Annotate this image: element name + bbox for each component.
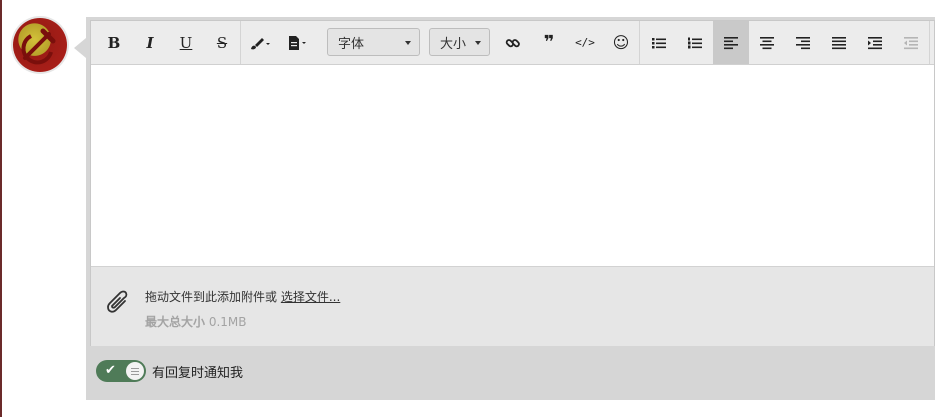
toolbar-divider [929, 21, 930, 64]
numbered-list-button[interactable] [677, 21, 713, 64]
bullet-list-icon [652, 37, 666, 48]
notify-option: ✔ 有回复时通知我 [96, 360, 243, 382]
align-center-icon [760, 36, 774, 49]
link-icon [505, 38, 520, 47]
font-size-select[interactable]: 大小 [429, 28, 490, 56]
font-family-label: 字体 [338, 36, 365, 52]
align-right-button[interactable] [785, 21, 821, 64]
toggle-knob [126, 362, 144, 380]
comment-pointer [74, 38, 86, 58]
toolbar-divider [639, 21, 640, 64]
indent-button[interactable] [857, 21, 893, 64]
bold-button[interactable]: B [96, 21, 132, 64]
font-size-label: 大小 [440, 36, 467, 52]
bullet-list-button[interactable] [641, 21, 677, 64]
font-family-select[interactable]: 字体 [327, 28, 420, 56]
notify-label: 有回复时通知我 [152, 365, 244, 381]
rich-text-editor: B I U S 字体 大小 ❞ </> ☺ 拖动文件到此添加附件或 选择文件..… [90, 20, 935, 346]
attachment-instructions: 拖动文件到此添加附件或 选择文件... [145, 288, 340, 305]
quote-button[interactable]: ❞ [531, 21, 567, 64]
check-icon: ✔ [105, 363, 116, 378]
attachment-dropzone[interactable]: 拖动文件到此添加附件或 选择文件... 最大总大小 0.1MB [91, 266, 934, 346]
color-button[interactable] [242, 21, 278, 64]
link-button[interactable] [495, 21, 531, 64]
editor-toolbar: B I U S 字体 大小 ❞ </> ☺ [91, 21, 934, 65]
align-justify-button[interactable] [821, 21, 857, 64]
brush-icon [251, 37, 270, 49]
hammer-sickle-icon [21, 28, 56, 65]
underline-button[interactable]: U [168, 21, 204, 64]
choose-file-link[interactable]: 选择文件... [281, 290, 340, 304]
outdent-button[interactable] [893, 21, 929, 64]
align-left-icon [724, 36, 738, 49]
notify-toggle[interactable]: ✔ [96, 360, 146, 382]
left-border [0, 0, 2, 417]
editor-content-area[interactable] [91, 65, 934, 265]
align-center-button[interactable] [749, 21, 785, 64]
max-size-info: 最大总大小 0.1MB [145, 313, 247, 330]
paperclip-icon [107, 290, 128, 313]
outdent-icon [904, 36, 918, 49]
comment-panel: B I U S 字体 大小 ❞ </> ☺ 拖动文件到此添加附件或 选择文件..… [86, 17, 935, 400]
drop-text: 拖动文件到此添加附件或 [145, 290, 278, 304]
emoji-button[interactable]: ☺ [603, 21, 639, 64]
chevron-down-icon [475, 41, 481, 45]
document-icon [289, 35, 306, 50]
avatar[interactable] [13, 18, 67, 72]
chevron-down-icon [405, 41, 411, 45]
align-right-icon [796, 36, 810, 49]
toolbar-divider [240, 21, 241, 64]
italic-button[interactable]: I [132, 21, 168, 64]
strikethrough-button[interactable]: S [204, 21, 240, 64]
max-size-label: 最大总大小 [145, 315, 206, 329]
numbered-list-icon [688, 37, 702, 48]
align-left-button[interactable] [713, 21, 749, 64]
align-justify-icon [832, 36, 846, 49]
indent-icon [868, 36, 882, 49]
format-button[interactable] [279, 21, 315, 64]
code-button[interactable]: </> [567, 21, 603, 64]
max-size-value: 0.1MB [208, 315, 247, 329]
